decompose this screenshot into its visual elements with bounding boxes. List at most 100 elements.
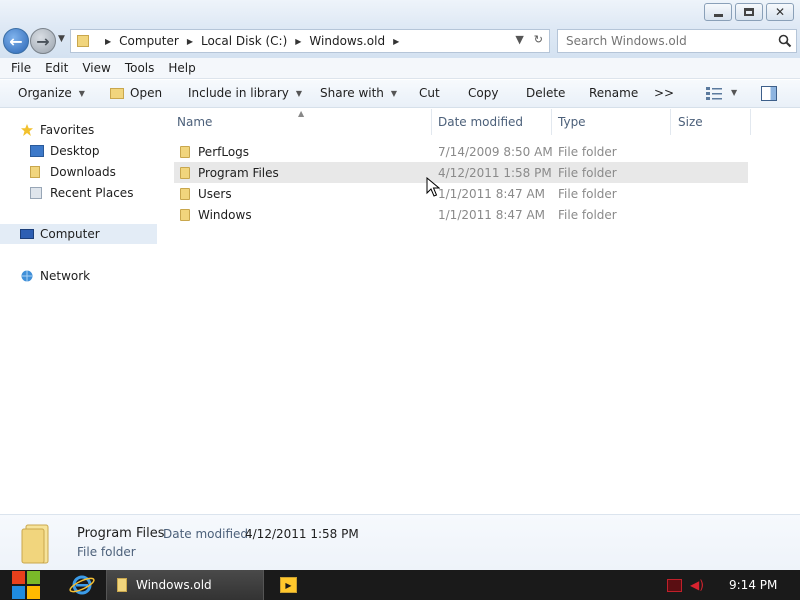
navigation-pane: Favorites Desktop Downloads Recent Place… — [0, 109, 158, 514]
copy-label: Copy — [468, 86, 499, 100]
menu-edit[interactable]: Edit — [38, 61, 75, 75]
column-name-label: Name — [177, 115, 213, 129]
close-icon: ✕ — [774, 5, 786, 19]
close-button[interactable]: ✕ — [766, 3, 794, 21]
start-button-windows-logo-icon[interactable] — [10, 570, 42, 600]
column-divider[interactable] — [431, 109, 432, 135]
delete-button[interactable]: Delete — [526, 86, 565, 100]
chevron-down-icon: ▼ — [295, 88, 303, 98]
menu-file[interactable]: File — [4, 61, 38, 75]
forward-button[interactable]: → — [30, 28, 56, 54]
breadcrumb-computer[interactable]: Computer — [119, 34, 179, 48]
recent-pages-dropdown[interactable]: ▼ — [58, 34, 65, 44]
taskbar-window-label: Windows.old — [136, 578, 212, 592]
menu-tools[interactable]: Tools — [118, 61, 162, 75]
back-button[interactable]: ← — [3, 28, 29, 54]
volume-icon[interactable]: ◀) — [690, 578, 704, 592]
column-type-label: Type — [558, 115, 586, 129]
window-titlebar: ✕ — [0, 0, 800, 26]
refresh-icon[interactable]: ↻ — [534, 33, 543, 46]
nav-favorites[interactable]: Favorites — [20, 120, 177, 140]
breadcrumb-separator-icon[interactable]: ▶ — [187, 37, 193, 46]
media-player-icon[interactable]: ▶ — [280, 577, 297, 593]
table-row[interactable]: PerfLogs 7/14/2009 8:50 AM File folder — [174, 141, 748, 162]
column-divider[interactable] — [670, 109, 671, 135]
chevron-down-icon: ▼ — [390, 88, 398, 98]
minimize-button[interactable] — [704, 3, 732, 21]
breadcrumb-separator-icon[interactable]: ▶ — [105, 37, 111, 46]
computer-icon — [20, 229, 34, 239]
file-type: File folder — [558, 144, 617, 159]
sort-ascending-icon: ▲ — [298, 109, 305, 118]
cut-label: Cut — [419, 86, 440, 100]
maximize-icon — [744, 8, 754, 16]
menu-view[interactable]: View — [75, 61, 117, 75]
file-date-modified: 7/14/2009 8:50 AM — [438, 144, 553, 159]
breadcrumb-windows-old[interactable]: Windows.old — [309, 34, 385, 48]
view-options-chevron-down-icon[interactable]: ▼ — [731, 88, 737, 97]
star-icon — [21, 124, 33, 136]
details-file-name: Program Files — [77, 526, 165, 541]
copy-button[interactable]: Copy — [468, 86, 498, 100]
rename-label: Rename — [589, 86, 639, 100]
more-commands-label: >> — [654, 86, 675, 100]
change-view-icon[interactable] — [706, 87, 722, 100]
clock[interactable]: 9:14 PM — [729, 578, 777, 592]
chevron-down-icon: ▼ — [78, 88, 85, 98]
table-row[interactable]: Windows 1/1/2011 8:47 AM File folder — [174, 204, 748, 225]
file-name: PerfLogs — [198, 144, 250, 159]
address-bar[interactable]: ▶ Computer ▶ Local Disk (C:) ▶ Windows.o… — [70, 29, 550, 53]
taskbar-window-windows-old[interactable]: Windows.old — [106, 570, 264, 600]
rename-button[interactable]: Rename — [589, 86, 638, 100]
nav-recent-places-label: Recent Places — [50, 186, 134, 200]
share-with-button[interactable]: Share with ▼ — [320, 86, 397, 100]
forward-arrow-icon: → — [36, 31, 50, 51]
file-name: Windows — [198, 207, 252, 222]
search-input[interactable] — [566, 34, 766, 48]
file-date-modified: 1/1/2011 8:47 AM — [438, 207, 546, 222]
include-in-library-label: Include in library — [188, 86, 289, 100]
include-in-library-button[interactable]: Include in library ▼ — [188, 86, 302, 100]
open-button[interactable]: Open — [110, 86, 162, 100]
details-file-type: File folder — [77, 545, 136, 559]
menu-help[interactable]: Help — [161, 61, 202, 75]
breadcrumb-local-disk[interactable]: Local Disk (C:) — [201, 34, 287, 48]
details-date-value: 4/12/2011 1:58 PM — [245, 527, 359, 541]
column-header-size[interactable]: Size — [678, 109, 703, 135]
folder-icon — [180, 145, 190, 158]
column-header-date-modified[interactable]: Date modified — [438, 109, 523, 135]
file-name: Users — [198, 186, 232, 201]
cut-button[interactable]: Cut — [419, 86, 440, 100]
search-icon[interactable] — [778, 34, 792, 48]
nav-computer-label: Computer — [40, 227, 100, 241]
back-arrow-icon: ← — [9, 31, 23, 51]
file-type: File folder — [558, 165, 617, 180]
more-commands-button[interactable]: >> — [654, 86, 674, 100]
column-header-type[interactable]: Type — [558, 109, 586, 135]
search-box[interactable] — [557, 29, 797, 53]
nav-computer[interactable]: Computer — [0, 224, 157, 244]
file-name: Program Files — [198, 165, 279, 180]
open-label: Open — [130, 86, 163, 100]
delete-label: Delete — [526, 86, 566, 100]
nav-network-label: Network — [40, 269, 91, 283]
file-list: ▲ Name Date modified Type Size PerfLogs … — [160, 109, 800, 514]
table-row[interactable]: Users 1/1/2011 8:47 AM File folder — [174, 183, 748, 204]
address-dropdown-icon[interactable]: ▼ — [515, 33, 523, 46]
column-divider[interactable] — [551, 109, 552, 135]
organize-label: Organize — [18, 86, 72, 100]
maximize-button[interactable] — [735, 3, 763, 21]
breadcrumb-separator-icon[interactable]: ▶ — [295, 37, 301, 46]
action-center-icon[interactable] — [667, 579, 682, 592]
internet-explorer-icon[interactable] — [68, 573, 96, 597]
breadcrumb-separator-icon[interactable]: ▶ — [393, 37, 399, 46]
column-divider[interactable] — [750, 109, 751, 135]
nav-network[interactable]: Network — [20, 266, 177, 286]
organize-button[interactable]: Organize ▼ — [18, 86, 85, 100]
table-row[interactable]: Program Files 4/12/2011 1:58 PM File fol… — [174, 162, 748, 183]
column-header-name[interactable]: Name — [177, 109, 212, 135]
preview-pane-icon[interactable] — [761, 86, 777, 101]
downloads-folder-icon — [30, 166, 40, 178]
taskbar: Windows.old ▶ ◀) 9:14 PM — [0, 570, 800, 600]
column-date-label: Date modified — [438, 115, 524, 129]
